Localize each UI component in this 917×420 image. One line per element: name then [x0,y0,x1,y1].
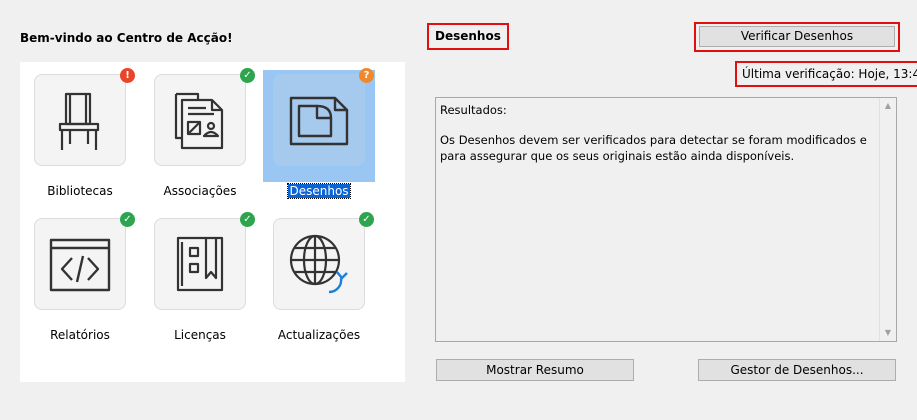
code-window-icon [49,238,111,292]
tile-label: Desenhos [287,183,351,199]
unknown-badge-icon: ? [359,68,374,83]
chair-icon [58,92,100,150]
show-summary-button[interactable]: Mostrar Resumo [436,359,634,381]
action-center-grid: ! Bibliotecas ✓ Associações ? Desenhos ✓… [20,62,405,382]
error-badge-icon: ! [120,68,135,83]
last-check-status: Última verificação: Hoje, 13:43 [735,61,917,87]
documents-icon [174,92,224,150]
verify-drawings-button[interactable]: Verificar Desenhos [699,26,895,47]
tile-label: Licenças [174,328,226,342]
ok-badge-icon: ✓ [359,212,374,227]
results-heading: Resultados: [440,103,507,117]
results-textbox[interactable]: Resultados: Os Desenhos devem ser verifi… [435,97,897,342]
drawing-file-icon [289,96,349,146]
tile-label: Actualizações [277,328,361,342]
ok-badge-icon: ✓ [240,68,255,83]
drawing-manager-button[interactable]: Gestor de Desenhos... [698,359,896,381]
license-icon [176,236,224,292]
globe-update-icon [289,234,348,294]
ok-badge-icon: ✓ [240,212,255,227]
tile-label: Relatórios [50,328,110,342]
ok-badge-icon: ✓ [120,212,135,227]
tile-label: Bibliotecas [47,184,113,198]
welcome-title: Bem-vindo ao Centro de Acção! [20,31,233,45]
results-scrollbar[interactable]: ▲ ▼ [879,98,896,341]
results-text: Os Desenhos devem ser verificados para d… [440,133,867,163]
tile-label: Associações [163,184,237,198]
scroll-up-icon[interactable]: ▲ [880,98,896,114]
scroll-down-icon[interactable]: ▼ [880,325,896,341]
section-title: Desenhos [427,23,509,50]
